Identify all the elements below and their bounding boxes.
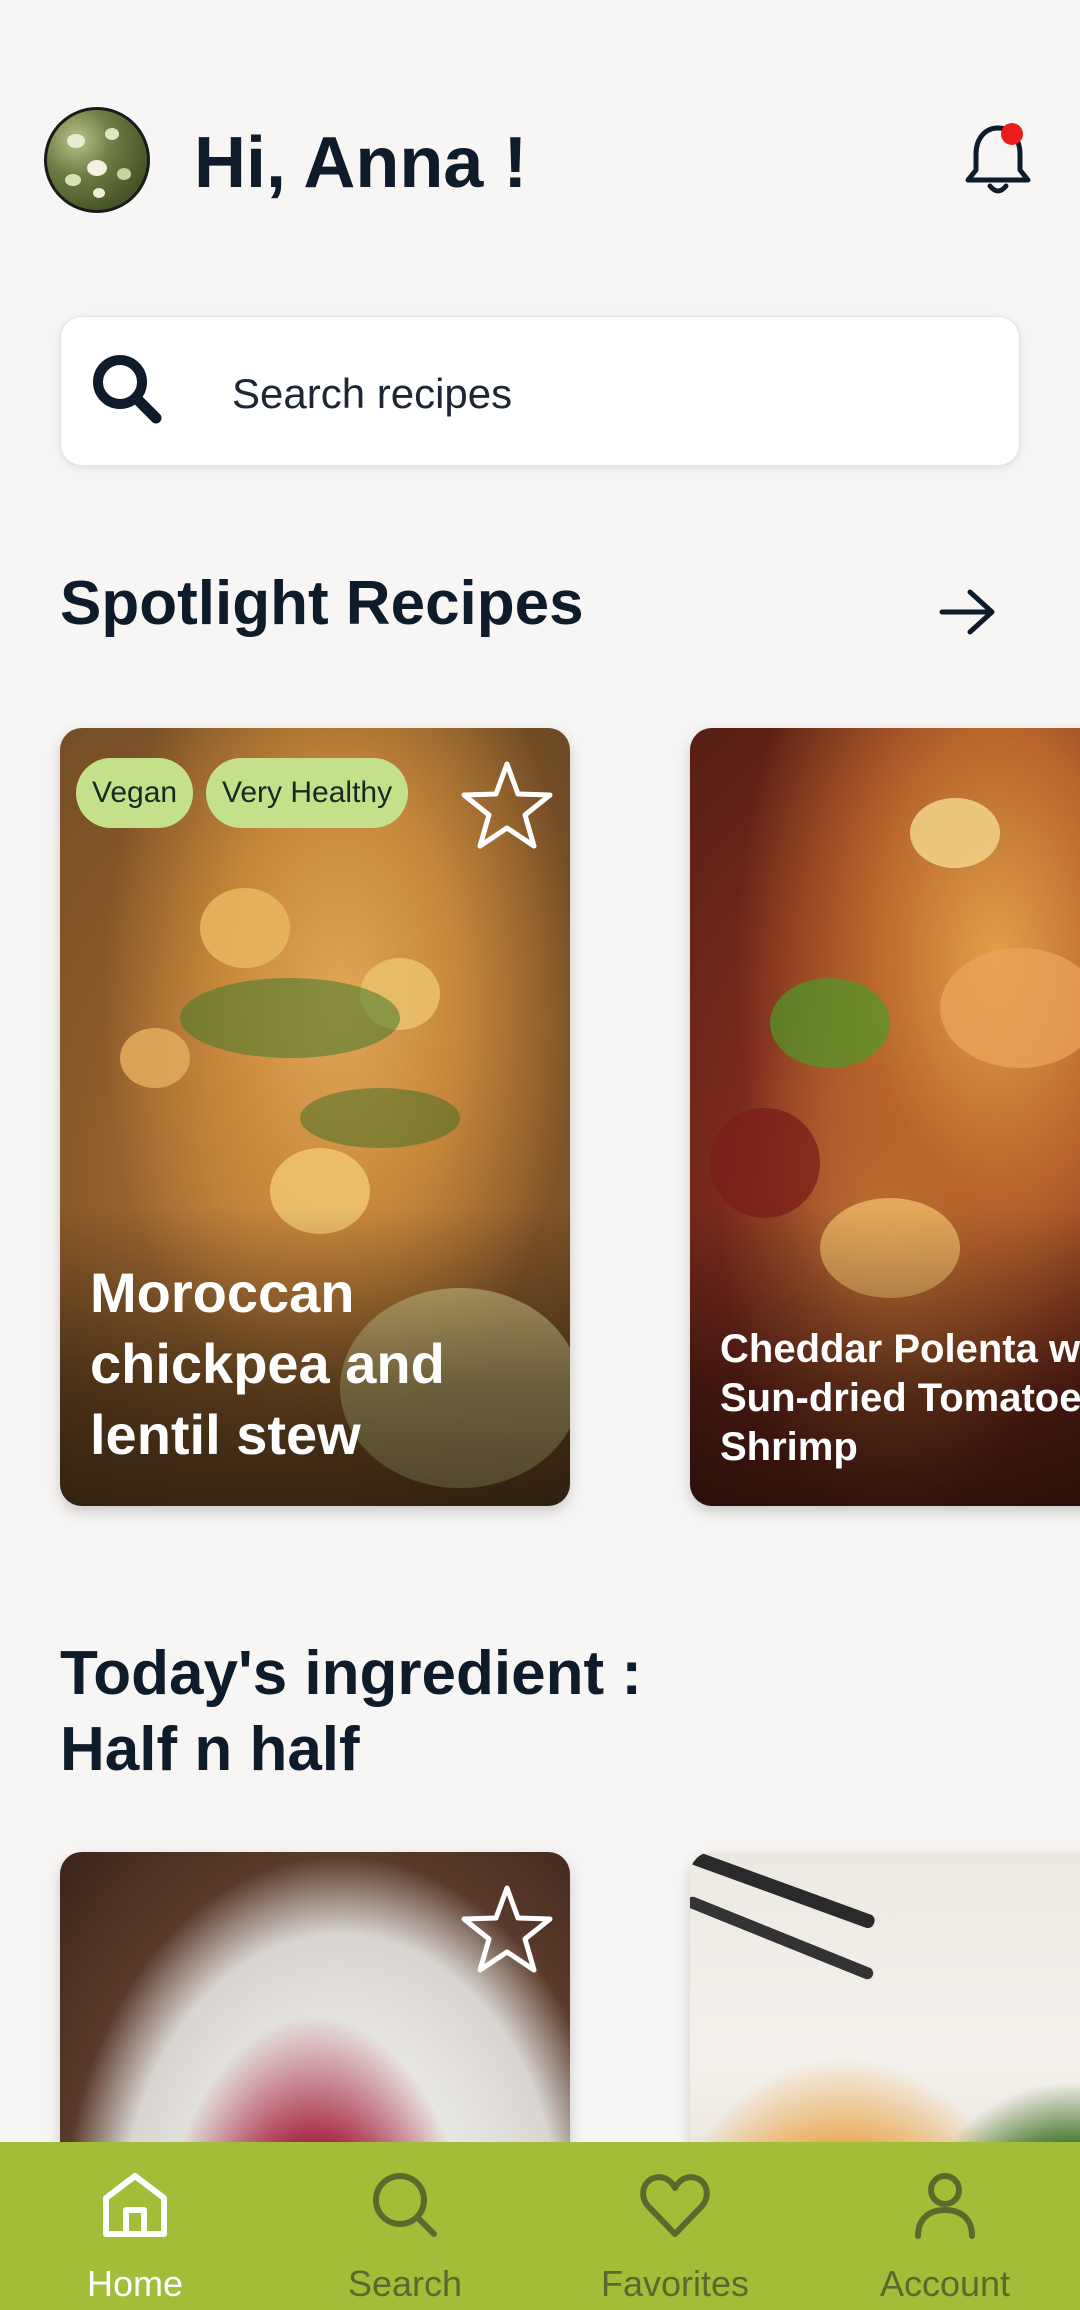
nav-favorites[interactable]: Favorites <box>540 2142 810 2310</box>
nav-label-account: Account <box>879 2263 1011 2304</box>
search-bar[interactable] <box>60 316 1020 466</box>
notification-badge <box>1001 123 1023 145</box>
nav-label-search: Search <box>347 2263 463 2304</box>
ingredient-title: Today's ingredient : Half n half <box>60 1639 642 1784</box>
tag-vegan: Vegan <box>76 758 194 828</box>
search-input[interactable]: Search recipes <box>232 368 512 420</box>
recipe-title: Moroccan chickpea and lentil stew <box>90 1261 445 1466</box>
favorite-star-icon[interactable] <box>460 1882 554 1976</box>
heart-icon <box>640 2174 710 2237</box>
home-screen: Hi, Anna ! Search recipes Spotlight Reci… <box>0 0 1080 2310</box>
recipe-card[interactable]: Cheddar Polenta wi Sun-dried Tomatoe Shr… <box>690 728 1080 1506</box>
nav-label-favorites: Favorites <box>600 2263 750 2304</box>
favorite-star-icon[interactable] <box>460 758 554 852</box>
nav-label-home: Home <box>86 2263 184 2304</box>
notification-bell-icon[interactable] <box>962 120 1034 198</box>
greeting-text: Hi, Anna ! <box>194 123 528 203</box>
nav-account[interactable]: Account <box>810 2142 1080 2310</box>
tag-very-healthy: Very Healthy <box>206 758 409 828</box>
recipe-title: Cheddar Polenta wi Sun-dried Tomatoe Shr… <box>720 1327 1080 1469</box>
user-avatar[interactable] <box>44 107 150 213</box>
person-icon <box>915 2173 975 2239</box>
search-icon <box>93 355 162 424</box>
nav-search[interactable]: Search <box>270 2142 540 2310</box>
search-icon <box>373 2173 437 2237</box>
nav-home[interactable]: Home <box>0 2142 270 2310</box>
home-icon <box>103 2173 167 2237</box>
spotlight-title: Spotlight Recipes <box>60 569 584 638</box>
arrow-right-icon[interactable] <box>936 580 1000 644</box>
recipe-card[interactable]: Vegan Very Healthy Moroccan chickpea and… <box>60 728 570 1506</box>
